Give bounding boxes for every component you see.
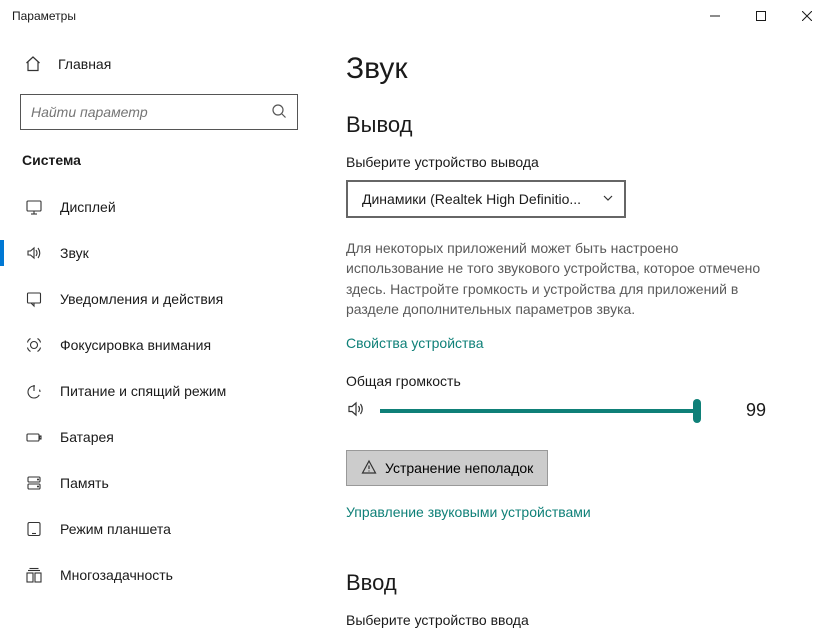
multitasking-icon (24, 566, 44, 584)
sidebar: Главная Система Дисплей Звук Уведомления и… (0, 32, 310, 634)
output-description: Для некоторых приложений может быть наст… (346, 238, 770, 319)
nav-item-power[interactable]: Питание и спящий режим (20, 368, 304, 414)
input-device-label: Выберите устройство ввода (346, 612, 770, 628)
nav-item-label: Уведомления и действия (60, 291, 223, 307)
battery-icon (24, 428, 44, 446)
nav-item-label: Звук (60, 245, 89, 261)
nav-item-sound[interactable]: Звук (20, 230, 304, 276)
nav-item-storage[interactable]: Память (20, 460, 304, 506)
home-button[interactable]: Главная (20, 44, 304, 84)
output-device-value: Динамики (Realtek High Definitio... (362, 191, 602, 207)
nav-item-display[interactable]: Дисплей (20, 184, 304, 230)
volume-row: 99 (346, 399, 770, 422)
focus-icon (24, 336, 44, 354)
display-icon (24, 198, 44, 216)
sound-icon (24, 244, 44, 262)
nav-item-label: Многозадачность (60, 567, 173, 583)
nav-item-label: Батарея (60, 429, 114, 445)
tablet-icon (24, 520, 44, 538)
nav-item-label: Питание и спящий режим (60, 383, 226, 399)
search-box[interactable] (20, 94, 298, 130)
titlebar: Параметры (0, 0, 830, 32)
nav-item-battery[interactable]: Батарея (20, 414, 304, 460)
nav-item-notifications[interactable]: Уведомления и действия (20, 276, 304, 322)
category-title: Система (20, 152, 304, 168)
nav-item-label: Фокусировка внимания (60, 337, 211, 353)
home-label: Главная (58, 56, 111, 72)
maximize-button[interactable] (738, 0, 784, 32)
volume-slider[interactable] (380, 401, 700, 421)
close-button[interactable] (784, 0, 830, 32)
home-icon (24, 55, 42, 73)
main-content: Звук Вывод Выберите устройство вывода Ди… (310, 32, 830, 634)
manage-devices-link[interactable]: Управление звуковыми устройствами (346, 504, 591, 520)
volume-value: 99 (746, 400, 770, 421)
window-title: Параметры (12, 9, 692, 23)
search-icon (271, 103, 287, 122)
output-device-dropdown[interactable]: Динамики (Realtek High Definitio... (346, 180, 626, 218)
minimize-button[interactable] (692, 0, 738, 32)
output-device-label: Выберите устройство вывода (346, 154, 770, 170)
notifications-icon (24, 290, 44, 308)
nav-item-label: Дисплей (60, 199, 116, 215)
output-heading: Вывод (346, 112, 770, 138)
speaker-icon[interactable] (346, 399, 366, 422)
volume-label: Общая громкость (346, 373, 770, 389)
chevron-down-icon (602, 191, 614, 207)
input-heading: Ввод (346, 570, 770, 596)
troubleshoot-button[interactable]: Устранение неполадок (346, 450, 548, 486)
nav-item-tablet[interactable]: Режим планшета (20, 506, 304, 552)
nav-item-label: Память (60, 475, 109, 491)
nav-item-label: Режим планшета (60, 521, 171, 537)
warning-icon (361, 459, 377, 478)
search-input[interactable] (31, 104, 271, 120)
troubleshoot-label: Устранение неполадок (385, 460, 533, 476)
nav-item-focus[interactable]: Фокусировка внимания (20, 322, 304, 368)
nav-item-multitasking[interactable]: Многозадачность (20, 552, 304, 598)
storage-icon (24, 474, 44, 492)
nav-list: Дисплей Звук Уведомления и действия Фокусир… (20, 184, 304, 598)
device-properties-link[interactable]: Свойства устройства (346, 335, 484, 351)
page-title: Звук (346, 52, 770, 86)
power-icon (24, 382, 44, 400)
window-buttons (692, 0, 830, 32)
